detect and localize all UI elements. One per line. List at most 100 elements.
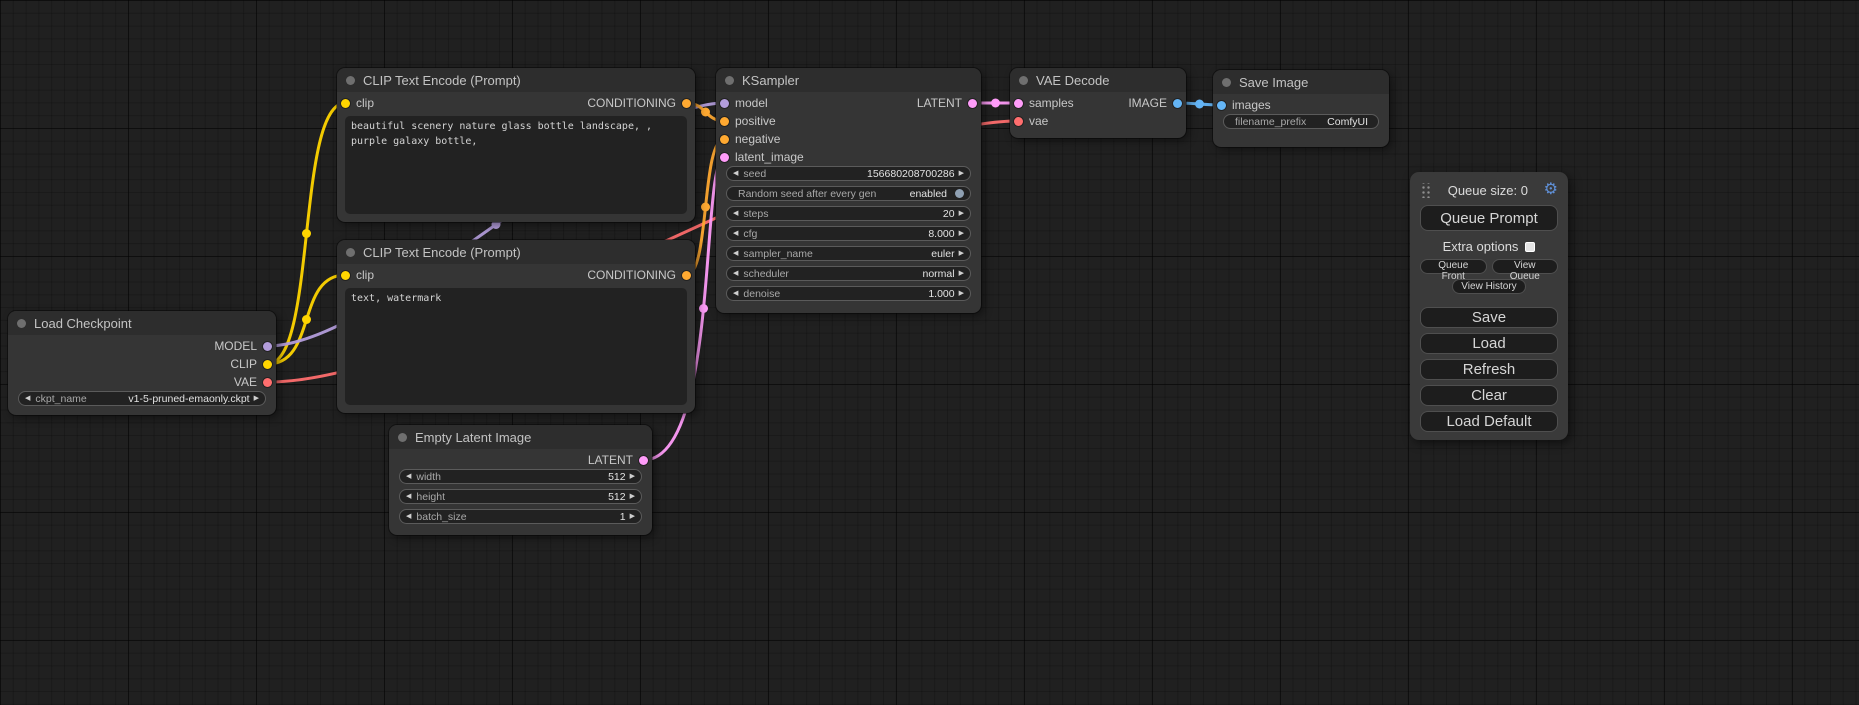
left-arrow-icon[interactable]: ◀ [406,493,411,500]
left-arrow-icon[interactable]: ◀ [733,250,738,257]
left-arrow-icon[interactable]: ◀ [406,473,411,480]
drag-handle-icon[interactable] [1420,183,1432,198]
node-save-image[interactable]: Save Image images filename_prefix ComfyU… [1213,70,1389,147]
link-midpoint-dot [701,203,710,212]
widget-steps[interactable]: ◀ steps 20 ▶ [726,206,971,221]
view-history-button[interactable]: View History [1452,279,1525,294]
widget-seed[interactable]: ◀ seed 156680208700286 ▶ [726,166,971,181]
prompt-textarea[interactable]: text, watermark [345,288,687,405]
queue-front-button[interactable]: Queue Front [1420,259,1487,274]
widget-name: Random seed after every gen [738,188,876,200]
input-slot-latent-image[interactable] [720,153,729,162]
left-arrow-icon[interactable]: ◀ [733,270,738,277]
slot-row: latent_image [716,148,981,166]
right-arrow-icon[interactable]: ▶ [959,210,964,217]
collapse-dot-icon[interactable] [1222,78,1231,87]
output-slot-image[interactable] [1173,99,1182,108]
output-slot-conditioning[interactable] [682,99,691,108]
widget-name: batch_size [416,511,466,523]
left-arrow-icon[interactable]: ◀ [25,395,30,402]
right-arrow-icon[interactable]: ▶ [630,493,635,500]
widget-sampler-name[interactable]: ◀ sampler_name euler ▶ [726,246,971,261]
node-title-bar[interactable]: VAE Decode [1010,68,1186,92]
output-slot-latent[interactable] [968,99,977,108]
left-arrow-icon[interactable]: ◀ [733,170,738,177]
right-arrow-icon[interactable]: ▶ [959,230,964,237]
right-arrow-icon[interactable]: ▶ [959,290,964,297]
widget-filename-prefix[interactable]: filename_prefix ComfyUI [1223,114,1379,129]
node-load-checkpoint[interactable]: Load Checkpoint MODEL CLIP VAE ◀ ckpt_na… [8,311,276,415]
widget-value: 156680208700286 [867,168,959,180]
link-midpoint-dot [1195,100,1204,109]
graph-canvas[interactable]: Load Checkpoint MODEL CLIP VAE ◀ ckpt_na… [0,0,1859,705]
input-slot-model[interactable] [720,99,729,108]
output-slot-clip[interactable] [263,360,272,369]
refresh-button[interactable]: Refresh [1420,359,1558,380]
node-title-bar[interactable]: CLIP Text Encode (Prompt) [337,240,695,264]
save-button[interactable]: Save [1420,307,1558,328]
collapse-dot-icon[interactable] [17,319,26,328]
widget-name: seed [743,168,766,180]
queue-prompt-button[interactable]: Queue Prompt [1420,205,1558,231]
widget-denoise[interactable]: ◀ denoise 1.000 ▶ [726,286,971,301]
node-empty-latent-image[interactable]: Empty Latent Image LATENT ◀ width 512 ▶ … [389,425,652,535]
collapse-dot-icon[interactable] [398,433,407,442]
input-slot-images[interactable] [1217,101,1226,110]
node-clip-text-encode-negative[interactable]: CLIP Text Encode (Prompt) clip CONDITION… [337,240,695,413]
widget-random-seed-toggle[interactable]: Random seed after every gen enabled [726,186,971,201]
input-slot-negative[interactable] [720,135,729,144]
collapse-dot-icon[interactable] [346,248,355,257]
node-title-bar[interactable]: Empty Latent Image [389,425,652,449]
view-queue-button[interactable]: View Queue [1492,259,1559,274]
node-title: CLIP Text Encode (Prompt) [363,245,521,260]
node-clip-text-encode-positive[interactable]: CLIP Text Encode (Prompt) clip CONDITION… [337,68,695,222]
right-arrow-icon[interactable]: ▶ [959,250,964,257]
output-slot-vae[interactable] [263,378,272,387]
input-slot-positive[interactable] [720,117,729,126]
widget-cfg[interactable]: ◀ cfg 8.000 ▶ [726,226,971,241]
input-slot-vae[interactable] [1014,117,1023,126]
node-vae-decode[interactable]: VAE Decode samples IMAGE vae [1010,68,1186,138]
left-arrow-icon[interactable]: ◀ [733,230,738,237]
node-title-bar[interactable]: Load Checkpoint [8,311,276,335]
input-slot-samples[interactable] [1014,99,1023,108]
comfy-menu-panel[interactable]: Queue size: 0 ⚙ Queue Prompt Extra optio… [1410,172,1568,440]
widget-height[interactable]: ◀ height 512 ▶ [399,489,642,504]
load-button[interactable]: Load [1420,333,1558,354]
toggle-indicator-icon[interactable] [955,189,964,198]
right-arrow-icon[interactable]: ▶ [630,473,635,480]
link-clip-to-positive-prompt [268,103,346,364]
left-arrow-icon[interactable]: ◀ [406,513,411,520]
node-title-bar[interactable]: CLIP Text Encode (Prompt) [337,68,695,92]
widget-value: v1-5-pruned-emaonly.ckpt [128,393,253,405]
input-slot-clip[interactable] [341,271,350,280]
extra-options-checkbox[interactable] [1525,242,1535,252]
node-title-bar[interactable]: Save Image [1213,70,1389,94]
right-arrow-icon[interactable]: ▶ [630,513,635,520]
widget-width[interactable]: ◀ width 512 ▶ [399,469,642,484]
node-title: CLIP Text Encode (Prompt) [363,73,521,88]
right-arrow-icon[interactable]: ▶ [959,170,964,177]
left-arrow-icon[interactable]: ◀ [733,210,738,217]
collapse-dot-icon[interactable] [725,76,734,85]
collapse-dot-icon[interactable] [346,76,355,85]
right-arrow-icon[interactable]: ▶ [959,270,964,277]
settings-gear-icon[interactable]: ⚙ [1544,182,1558,198]
widget-batch-size[interactable]: ◀ batch_size 1 ▶ [399,509,642,524]
clear-button[interactable]: Clear [1420,385,1558,406]
output-slot-conditioning[interactable] [682,271,691,280]
node-title-bar[interactable]: KSampler [716,68,981,92]
right-arrow-icon[interactable]: ▶ [254,395,259,402]
left-arrow-icon[interactable]: ◀ [733,290,738,297]
input-slot-label: clip [356,96,374,110]
node-title: Save Image [1239,75,1308,90]
output-slot-latent[interactable] [639,456,648,465]
output-slot-model[interactable] [263,342,272,351]
widget-scheduler[interactable]: ◀ scheduler normal ▶ [726,266,971,281]
node-ksampler[interactable]: KSampler model LATENT positive negative … [716,68,981,313]
load-default-button[interactable]: Load Default [1420,411,1558,432]
collapse-dot-icon[interactable] [1019,76,1028,85]
input-slot-clip[interactable] [341,99,350,108]
prompt-textarea[interactable]: beautiful scenery nature glass bottle la… [345,116,687,214]
widget-ckpt-name[interactable]: ◀ ckpt_name v1-5-pruned-emaonly.ckpt ▶ [18,391,266,406]
